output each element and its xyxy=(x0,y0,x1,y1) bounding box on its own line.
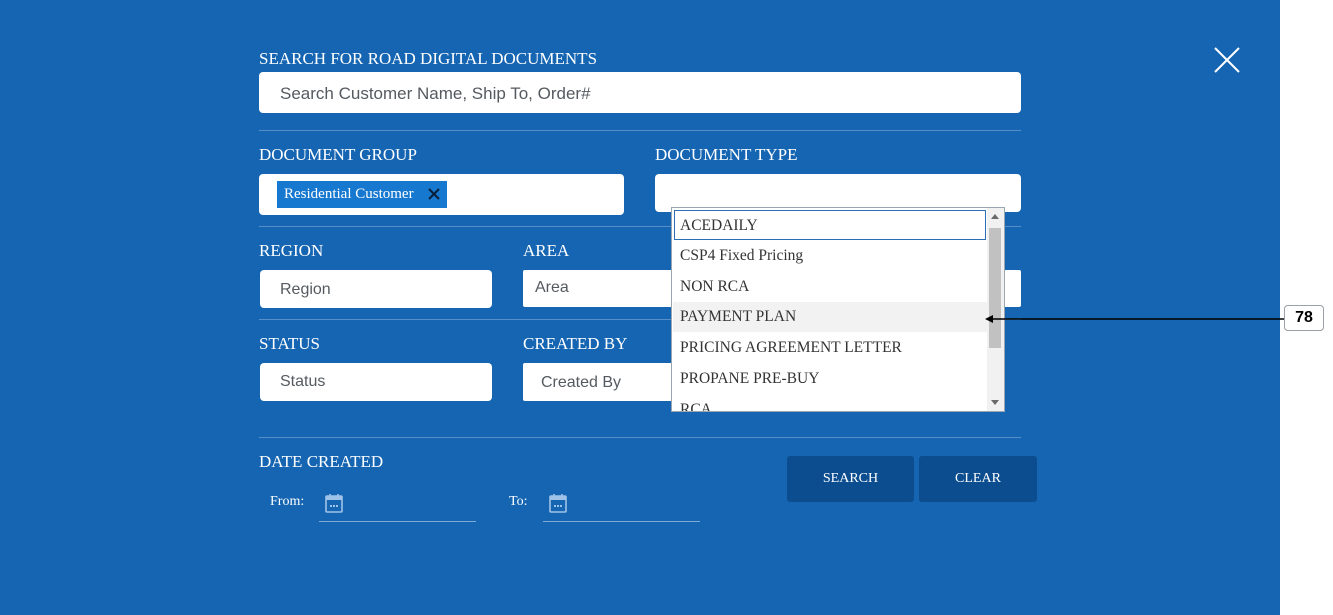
to-date-input[interactable] xyxy=(543,521,700,522)
region-placeholder: Region xyxy=(280,281,331,298)
option-csp4-fixed-pricing[interactable]: CSP4 Fixed Pricing xyxy=(673,241,987,271)
annotation-badge: 78 xyxy=(1284,305,1324,331)
option-acedaily[interactable]: ACEDAILY xyxy=(674,210,986,240)
area-label: AREA xyxy=(523,241,570,260)
remove-chip-icon[interactable] xyxy=(426,185,442,201)
status-select[interactable]: Status xyxy=(260,363,492,401)
search-placeholder: Search Customer Name, Ship To, Order# xyxy=(280,84,591,103)
search-input[interactable]: Search Customer Name, Ship To, Order# xyxy=(259,72,1021,113)
status-label: STATUS xyxy=(259,334,320,353)
region-label: REGION xyxy=(259,241,324,260)
option-propane-pre-buy[interactable]: PROPANE PRE-BUY xyxy=(673,364,987,394)
option-rca[interactable]: RCA xyxy=(673,395,987,411)
status-placeholder: Status xyxy=(280,373,326,390)
area-placeholder: Area xyxy=(535,279,569,296)
close-icon[interactable] xyxy=(1212,45,1242,75)
search-panel: SEARCH FOR ROAD DIGITAL DOCUMENTS Search… xyxy=(0,0,1280,615)
chip-label: Residential Customer xyxy=(284,186,414,202)
scroll-down-icon[interactable] xyxy=(991,400,999,405)
created-by-placeholder: Created By xyxy=(541,374,622,391)
document-group-chip: Residential Customer xyxy=(277,181,447,208)
to-label: To: xyxy=(509,494,528,509)
clear-button[interactable]: CLEAR xyxy=(919,456,1037,502)
scrollbar-thumb[interactable] xyxy=(989,228,1001,348)
document-type-dropdown[interactable]: ACEDAILY CSP4 Fixed Pricing NON RCA PAYM… xyxy=(671,207,1005,412)
from-label: From: xyxy=(270,494,305,509)
search-button[interactable]: SEARCH xyxy=(787,456,914,502)
search-label: SEARCH FOR ROAD DIGITAL DOCUMENTS xyxy=(259,49,598,68)
dropdown-scrollbar[interactable] xyxy=(987,208,1004,411)
option-payment-plan[interactable]: PAYMENT PLAN xyxy=(673,302,987,332)
annotation-arrow xyxy=(985,312,1284,324)
created-by-label: CREATED BY xyxy=(523,334,628,353)
calendar-icon[interactable] xyxy=(549,493,567,513)
scroll-up-icon[interactable] xyxy=(991,214,999,219)
document-type-label: DOCUMENT TYPE xyxy=(655,145,798,164)
from-date-input[interactable] xyxy=(319,521,476,522)
region-select[interactable]: Region xyxy=(260,270,492,308)
option-pricing-agreement-letter[interactable]: PRICING AGREEMENT LETTER xyxy=(673,333,987,363)
calendar-icon[interactable] xyxy=(325,493,343,513)
document-group-label: DOCUMENT GROUP xyxy=(259,145,417,164)
divider xyxy=(259,437,1021,438)
divider xyxy=(259,130,1021,131)
option-non-rca[interactable]: NON RCA xyxy=(673,272,987,302)
created-by-input[interactable]: Created By xyxy=(523,363,683,401)
date-created-label: DATE CREATED xyxy=(259,452,384,471)
